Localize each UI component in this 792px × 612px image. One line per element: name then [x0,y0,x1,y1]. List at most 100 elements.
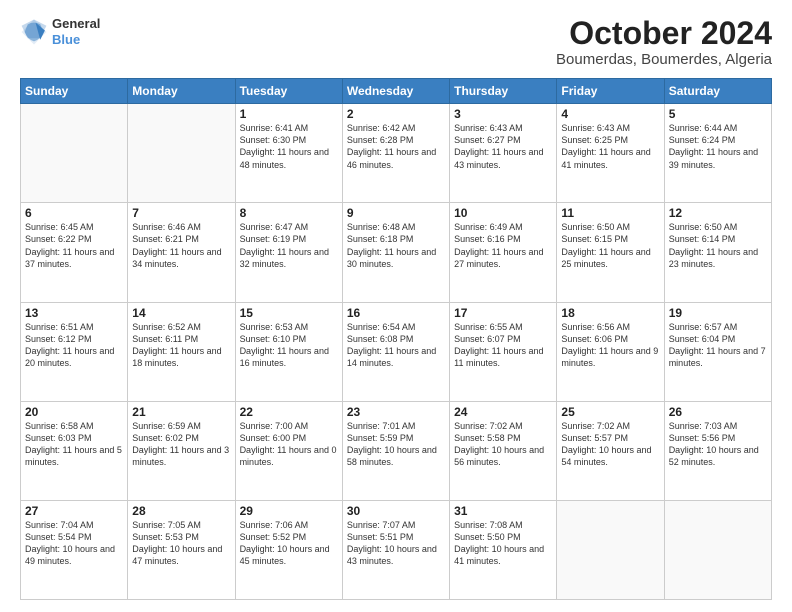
cell-line: Daylight: 11 hours and 23 minutes. [669,246,767,270]
calendar-subtitle: Boumerdas, Boumerdes, Algeria [556,51,772,68]
calendar-cell: 10Sunrise: 6:49 AMSunset: 6:16 PMDayligh… [450,203,557,302]
cell-line: Daylight: 10 hours and 41 minutes. [454,543,552,567]
calendar-header-row: SundayMondayTuesdayWednesdayThursdayFrid… [21,79,772,104]
cell-line: Sunset: 6:16 PM [454,233,552,245]
day-number: 23 [347,405,445,419]
cell-line: Sunset: 5:57 PM [561,432,659,444]
logo-line1: General [52,16,100,32]
logo: General Blue [20,16,100,47]
calendar-cell: 20Sunrise: 6:58 AMSunset: 6:03 PMDayligh… [21,401,128,500]
cell-line: Sunrise: 6:51 AM [25,321,123,333]
calendar-cell: 9Sunrise: 6:48 AMSunset: 6:18 PMDaylight… [342,203,449,302]
cell-line: Daylight: 11 hours and 5 minutes. [25,444,123,468]
cell-line: Sunset: 6:15 PM [561,233,659,245]
cell-line: Daylight: 10 hours and 56 minutes. [454,444,552,468]
calendar-cell: 19Sunrise: 6:57 AMSunset: 6:04 PMDayligh… [664,302,771,401]
logo-text: General Blue [52,16,100,47]
calendar-cell: 17Sunrise: 6:55 AMSunset: 6:07 PMDayligh… [450,302,557,401]
calendar-cell [21,104,128,203]
cell-line: Sunset: 5:56 PM [669,432,767,444]
cell-line: Sunrise: 6:58 AM [25,420,123,432]
day-number: 17 [454,306,552,320]
day-number: 25 [561,405,659,419]
cell-line: Sunrise: 6:45 AM [25,221,123,233]
cell-line: Sunset: 6:10 PM [240,333,338,345]
day-number: 15 [240,306,338,320]
day-number: 20 [25,405,123,419]
calendar-cell [557,500,664,599]
calendar-week-1: 1Sunrise: 6:41 AMSunset: 6:30 PMDaylight… [21,104,772,203]
day-number: 18 [561,306,659,320]
cell-line: Sunrise: 7:05 AM [132,519,230,531]
cell-line: Sunset: 6:18 PM [347,233,445,245]
cell-line: Sunset: 6:06 PM [561,333,659,345]
day-number: 21 [132,405,230,419]
cell-line: Sunset: 6:03 PM [25,432,123,444]
cell-line: Sunset: 6:21 PM [132,233,230,245]
cell-line: Daylight: 11 hours and 37 minutes. [25,246,123,270]
cell-line: Sunrise: 6:41 AM [240,122,338,134]
day-header-sunday: Sunday [21,79,128,104]
cell-line: Sunrise: 6:54 AM [347,321,445,333]
day-number: 13 [25,306,123,320]
cell-line: Sunrise: 6:49 AM [454,221,552,233]
cell-line: Sunrise: 7:06 AM [240,519,338,531]
cell-line: Sunset: 6:11 PM [132,333,230,345]
calendar-cell: 21Sunrise: 6:59 AMSunset: 6:02 PMDayligh… [128,401,235,500]
calendar-cell: 4Sunrise: 6:43 AMSunset: 6:25 PMDaylight… [557,104,664,203]
cell-line: Daylight: 11 hours and 30 minutes. [347,246,445,270]
calendar-title: October 2024 [556,16,772,51]
cell-line: Sunset: 6:12 PM [25,333,123,345]
cell-line: Sunrise: 7:03 AM [669,420,767,432]
day-number: 3 [454,107,552,121]
cell-line: Sunrise: 7:01 AM [347,420,445,432]
cell-line: Sunrise: 6:42 AM [347,122,445,134]
cell-line: Sunset: 6:27 PM [454,134,552,146]
cell-line: Sunrise: 6:43 AM [561,122,659,134]
day-number: 30 [347,504,445,518]
day-number: 7 [132,206,230,220]
cell-line: Sunrise: 6:56 AM [561,321,659,333]
cell-line: Sunrise: 6:57 AM [669,321,767,333]
calendar-table: SundayMondayTuesdayWednesdayThursdayFrid… [20,78,772,600]
logo-line2: Blue [52,32,100,48]
calendar-cell: 12Sunrise: 6:50 AMSunset: 6:14 PMDayligh… [664,203,771,302]
day-number: 11 [561,206,659,220]
day-number: 22 [240,405,338,419]
cell-line: Daylight: 11 hours and 7 minutes. [669,345,767,369]
cell-line: Sunrise: 6:44 AM [669,122,767,134]
cell-line: Sunrise: 6:46 AM [132,221,230,233]
calendar-cell: 2Sunrise: 6:42 AMSunset: 6:28 PMDaylight… [342,104,449,203]
cell-line: Daylight: 11 hours and 27 minutes. [454,246,552,270]
cell-line: Daylight: 11 hours and 32 minutes. [240,246,338,270]
calendar-cell: 31Sunrise: 7:08 AMSunset: 5:50 PMDayligh… [450,500,557,599]
calendar-cell: 22Sunrise: 7:00 AMSunset: 6:00 PMDayligh… [235,401,342,500]
cell-line: Sunrise: 6:48 AM [347,221,445,233]
calendar-week-2: 6Sunrise: 6:45 AMSunset: 6:22 PMDaylight… [21,203,772,302]
cell-line: Daylight: 11 hours and 48 minutes. [240,146,338,170]
calendar-cell: 7Sunrise: 6:46 AMSunset: 6:21 PMDaylight… [128,203,235,302]
cell-line: Sunset: 5:51 PM [347,531,445,543]
cell-line: Daylight: 11 hours and 9 minutes. [561,345,659,369]
day-header-wednesday: Wednesday [342,79,449,104]
calendar-cell: 16Sunrise: 6:54 AMSunset: 6:08 PMDayligh… [342,302,449,401]
cell-line: Sunset: 5:54 PM [25,531,123,543]
day-number: 9 [347,206,445,220]
cell-line: Sunrise: 6:50 AM [561,221,659,233]
day-number: 8 [240,206,338,220]
calendar-cell: 27Sunrise: 7:04 AMSunset: 5:54 PMDayligh… [21,500,128,599]
day-number: 1 [240,107,338,121]
day-number: 14 [132,306,230,320]
day-number: 26 [669,405,767,419]
calendar-week-4: 20Sunrise: 6:58 AMSunset: 6:03 PMDayligh… [21,401,772,500]
calendar-cell: 25Sunrise: 7:02 AMSunset: 5:57 PMDayligh… [557,401,664,500]
calendar-week-5: 27Sunrise: 7:04 AMSunset: 5:54 PMDayligh… [21,500,772,599]
calendar-week-3: 13Sunrise: 6:51 AMSunset: 6:12 PM Dayligh… [21,302,772,401]
cell-line: Daylight: 11 hours and 3 minutes. [132,444,230,468]
calendar-cell: 3Sunrise: 6:43 AMSunset: 6:27 PMDaylight… [450,104,557,203]
calendar-cell: 23Sunrise: 7:01 AMSunset: 5:59 PMDayligh… [342,401,449,500]
day-header-monday: Monday [128,79,235,104]
cell-line: Sunset: 5:53 PM [132,531,230,543]
day-number: 29 [240,504,338,518]
cell-line: Daylight: 11 hours and 11 minutes. [454,345,552,369]
